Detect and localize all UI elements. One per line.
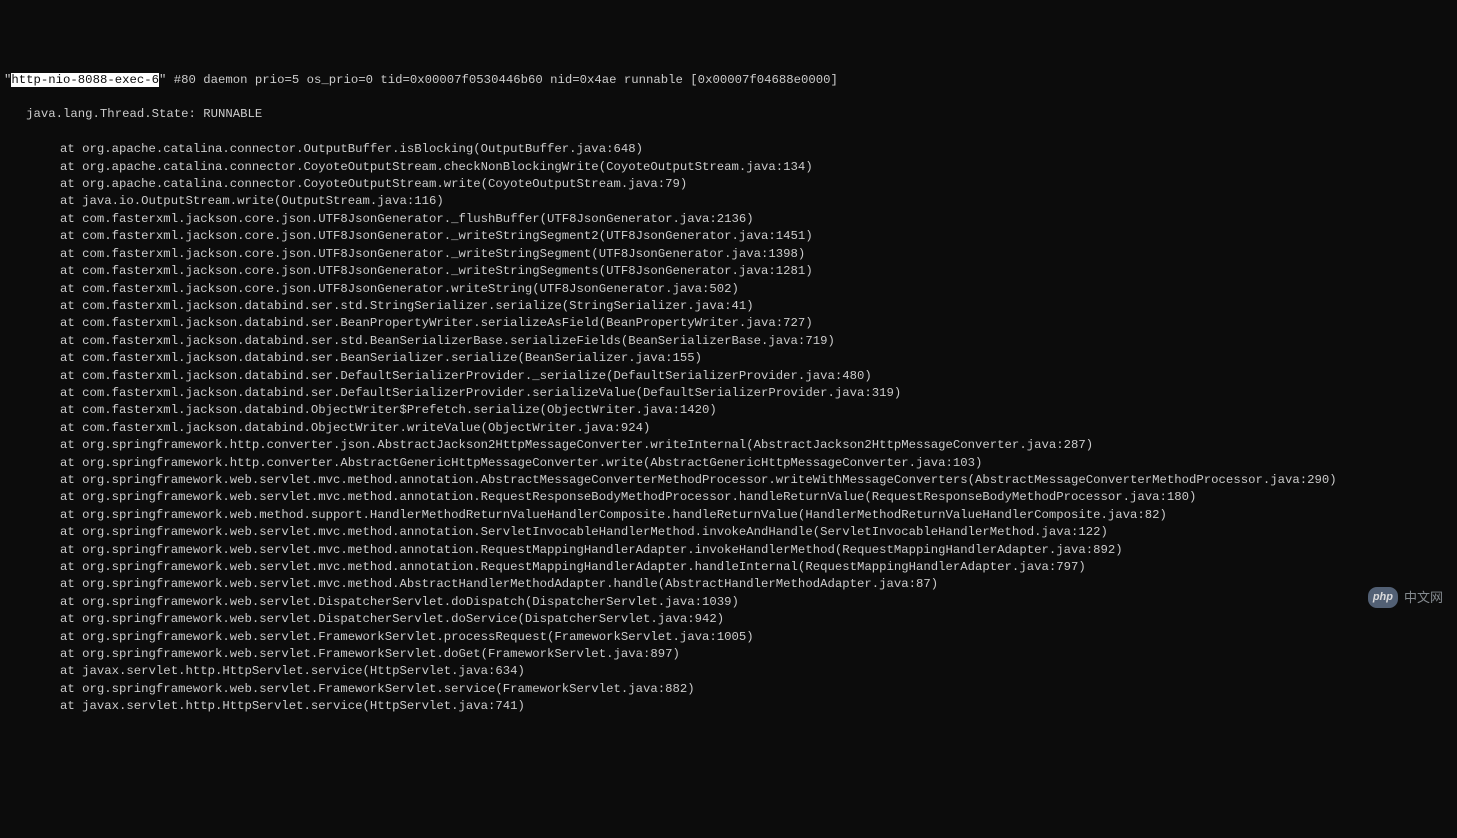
stack-frame: at com.fasterxml.jackson.core.json.UTF8J… [0, 263, 1457, 280]
stack-frame: at com.fasterxml.jackson.databind.ser.De… [0, 385, 1457, 402]
watermark-text: 中文网 [1404, 589, 1443, 606]
stack-frame: at org.apache.catalina.connector.CoyoteO… [0, 159, 1457, 176]
stack-frame: at com.fasterxml.jackson.databind.Object… [0, 402, 1457, 419]
thread-header-line: "http-nio-8088-exec-6" #80 daemon prio=5… [0, 72, 1457, 89]
stack-frame: at org.springframework.web.servlet.Frame… [0, 646, 1457, 663]
stack-frame: at org.springframework.http.converter.js… [0, 437, 1457, 454]
stack-frame: at org.springframework.web.servlet.mvc.m… [0, 489, 1457, 506]
stack-frame: at com.fasterxml.jackson.databind.ser.st… [0, 333, 1457, 350]
stack-frame: at org.apache.catalina.connector.CoyoteO… [0, 176, 1457, 193]
stack-frame: at org.springframework.web.method.suppor… [0, 507, 1457, 524]
stack-frame: at org.springframework.web.servlet.mvc.m… [0, 576, 1457, 593]
thread-name-highlight[interactable]: http-nio-8088-exec-6 [11, 73, 159, 87]
stack-frame: at com.fasterxml.jackson.databind.ser.st… [0, 298, 1457, 315]
stack-frame: at com.fasterxml.jackson.core.json.UTF8J… [0, 281, 1457, 298]
stack-frame: at org.springframework.web.servlet.Frame… [0, 629, 1457, 646]
stack-frame: at org.springframework.http.converter.Ab… [0, 455, 1457, 472]
watermark: php 中文网 [1368, 587, 1443, 608]
stack-frame: at com.fasterxml.jackson.databind.ser.Be… [0, 315, 1457, 332]
stack-frame: at com.fasterxml.jackson.core.json.UTF8J… [0, 211, 1457, 228]
stack-frame: at javax.servlet.http.HttpServlet.servic… [0, 698, 1457, 715]
stack-frame: at com.fasterxml.jackson.databind.Object… [0, 420, 1457, 437]
stack-frame: at org.apache.catalina.connector.OutputB… [0, 141, 1457, 158]
stack-frame: at java.io.OutputStream.write(OutputStre… [0, 193, 1457, 210]
thread-state-line: java.lang.Thread.State: RUNNABLE [0, 106, 1457, 123]
stack-frame: at org.springframework.web.servlet.Frame… [0, 681, 1457, 698]
stack-frame: at org.springframework.web.servlet.Dispa… [0, 594, 1457, 611]
thread-meta: #80 daemon prio=5 os_prio=0 tid=0x00007f… [166, 73, 838, 87]
stack-frame: at org.springframework.web.servlet.mvc.m… [0, 542, 1457, 559]
stack-frame: at com.fasterxml.jackson.core.json.UTF8J… [0, 246, 1457, 263]
stack-frame: at org.springframework.web.servlet.mvc.m… [0, 472, 1457, 489]
stack-frame: at org.springframework.web.servlet.mvc.m… [0, 524, 1457, 541]
stack-frame: at com.fasterxml.jackson.databind.ser.De… [0, 368, 1457, 385]
watermark-badge: php [1368, 587, 1398, 608]
stack-frame: at com.fasterxml.jackson.databind.ser.Be… [0, 350, 1457, 367]
stack-trace: at org.apache.catalina.connector.OutputB… [0, 141, 1457, 715]
stack-frame: at org.springframework.web.servlet.mvc.m… [0, 559, 1457, 576]
stack-frame: at javax.servlet.http.HttpServlet.servic… [0, 663, 1457, 680]
stack-frame: at org.springframework.web.servlet.Dispa… [0, 611, 1457, 628]
stack-frame: at com.fasterxml.jackson.core.json.UTF8J… [0, 228, 1457, 245]
